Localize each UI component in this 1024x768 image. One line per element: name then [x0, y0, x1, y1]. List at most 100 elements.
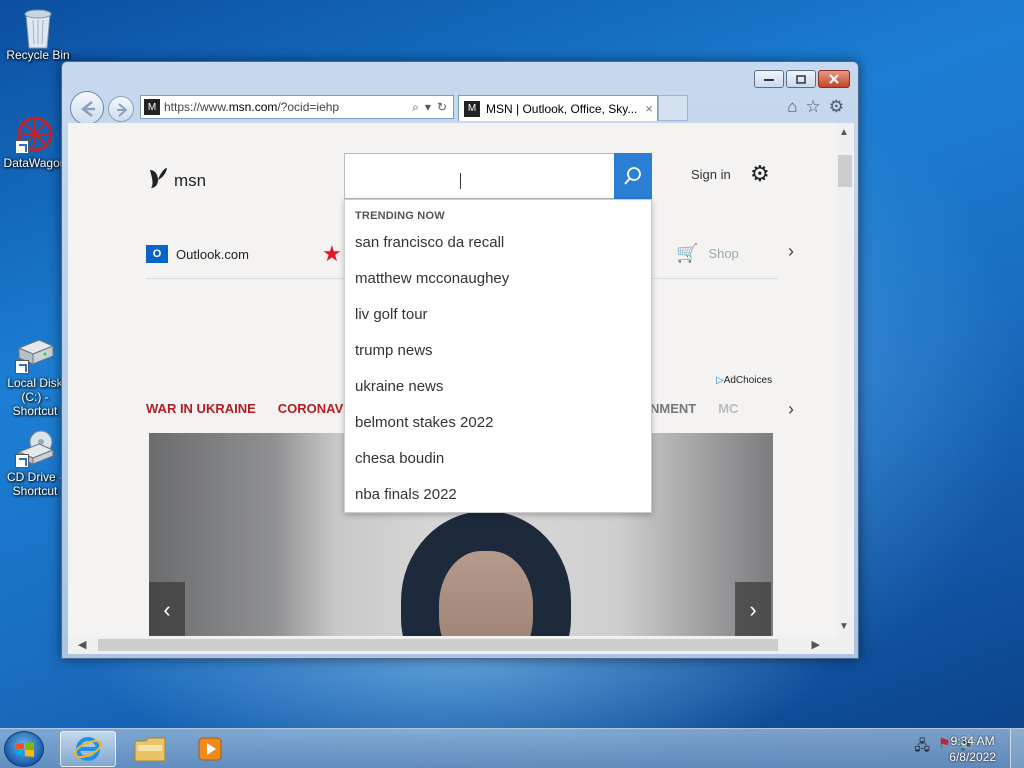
scroll-right-icon[interactable]: ▶ [812, 638, 820, 651]
clock-date: 6/8/2022 [949, 750, 996, 764]
chevron-right-icon[interactable]: › [788, 399, 794, 420]
scroll-left-icon[interactable]: ◀ [78, 638, 86, 651]
close-button[interactable] [818, 70, 850, 88]
home-icon[interactable]: ⌂ [787, 97, 797, 117]
suggestion-item[interactable]: san francisco da recall [355, 234, 504, 251]
clock-time: 9:34 AM [950, 734, 995, 748]
cart-icon: 🛒 [676, 243, 699, 263]
refresh-icon[interactable]: ↻ [437, 100, 447, 115]
tab-title: MSN | Outlook, Office, Sky... [486, 101, 638, 116]
carousel-next-button[interactable]: › [735, 582, 771, 638]
clock[interactable]: 9:34 AM 6/8/2022 [949, 733, 996, 765]
search-icon[interactable]: ⌕ [412, 100, 419, 115]
tools-gear-icon[interactable]: ⚙ [829, 97, 844, 117]
outlook-label: Outlook.com [176, 246, 249, 262]
desktop-icon-label: DataWagon [3, 156, 67, 170]
suggestion-item[interactable]: trump news [355, 342, 433, 359]
search-input[interactable] [344, 153, 652, 199]
windows-logo-icon [16, 742, 34, 757]
sign-in-link[interactable]: Sign in [691, 167, 731, 182]
address-url[interactable]: https://www.msn.com/?ocid=iehp [164, 100, 412, 114]
outlook-link[interactable]: O Outlook.com [146, 245, 249, 263]
maximize-button[interactable] [786, 70, 816, 88]
taskbar-media-player[interactable] [182, 731, 238, 767]
shortcut-arrow-icon [15, 360, 29, 374]
start-button[interactable] [4, 731, 44, 767]
taskbar-file-explorer[interactable] [122, 731, 178, 767]
shop-link[interactable]: 🛒 Shop [676, 243, 739, 264]
settings-gear-icon[interactable]: ⚙ [750, 161, 770, 187]
shortcut-arrow-icon [15, 140, 29, 154]
chevron-right-icon[interactable]: › [788, 241, 794, 262]
msn-logo-text: msn [174, 171, 207, 190]
scroll-down-icon[interactable]: ▼ [839, 621, 849, 632]
scroll-thumb[interactable] [98, 639, 778, 651]
category-nav-right: NMENT MC [650, 401, 738, 416]
horizontal-scrollbar[interactable]: ◀ ▶ [68, 636, 854, 654]
dropdown-icon[interactable]: ▾ [425, 100, 431, 115]
macys-star-icon[interactable]: ★ [322, 241, 342, 267]
tab-close-icon[interactable]: × [641, 101, 657, 116]
shop-label: Shop [708, 246, 739, 261]
url-domain: msn.com [228, 100, 278, 114]
text-cursor [460, 173, 462, 189]
adchoices-icon: ▷ [716, 375, 724, 386]
favorites-star-icon[interactable]: ☆ [806, 97, 821, 117]
cd-drive-icon [15, 428, 55, 468]
suggestion-item[interactable]: ukraine news [355, 378, 443, 395]
page-viewport: msn Sign in ⚙ O Outlook.com ★ 🛒 Shop › ▷… [68, 123, 854, 654]
arrow-right-icon [117, 103, 128, 117]
new-tab-button[interactable] [658, 95, 688, 121]
recycle-bin-icon [18, 6, 58, 49]
trending-header: TRENDING NOW [355, 210, 445, 222]
suggestion-item[interactable]: nba finals 2022 [355, 486, 457, 503]
show-desktop-button[interactable] [1010, 729, 1024, 768]
category-entertainment[interactable]: NMENT [650, 401, 696, 416]
address-bar[interactable]: M https://www.msn.com/?ocid=iehp ⌕ ▾ ↻ [140, 95, 454, 119]
taskbar-internet-explorer[interactable] [60, 731, 116, 767]
category-more[interactable]: MC [718, 401, 738, 416]
shortcut-arrow-icon [15, 454, 29, 468]
msn-logo[interactable]: msn [148, 166, 206, 196]
suggestion-item[interactable]: matthew mcconaughey [355, 270, 509, 287]
msn-favicon-icon: M [144, 99, 160, 115]
taskbar: 🖧 ⚑ 🔊 9:34 AM 6/8/2022 [0, 728, 1024, 768]
category-war-in-ukraine[interactable]: WAR IN UKRAINE [146, 401, 256, 416]
scroll-thumb[interactable] [838, 155, 852, 187]
tab-msn[interactable]: M MSN | Outlook, Office, Sky... × [458, 95, 658, 121]
forward-button[interactable] [108, 96, 134, 122]
suggestion-item[interactable]: liv golf tour [355, 306, 428, 323]
search-suggestions-dropdown: TRENDING NOW san francisco da recall mat… [344, 199, 652, 513]
desktop-icon-recycle-bin[interactable]: Recycle Bin [3, 6, 73, 62]
arrow-left-icon [80, 101, 95, 117]
desktop-icon-datawagon[interactable]: DataWagon [0, 114, 70, 170]
minimize-button[interactable] [754, 70, 784, 88]
url-prefix: https://www. [164, 100, 229, 114]
category-coronavirus[interactable]: CORONAVI [278, 401, 347, 416]
desktop-icon-local-disk[interactable]: Local Disk (C:) - Shortcut [0, 334, 70, 418]
outlook-icon: O [146, 245, 168, 263]
desktop-icon-cd-drive[interactable]: CD Drive - Shortcut [0, 428, 70, 498]
adchoices-link[interactable]: ▷AdChoices [716, 375, 772, 386]
msn-favicon-icon: M [464, 100, 480, 117]
internet-explorer-icon [74, 737, 102, 761]
media-player-icon [198, 737, 222, 761]
vertical-scrollbar[interactable]: ▲ ▼ [836, 123, 854, 636]
back-button[interactable] [70, 91, 104, 125]
desktop-icon-label: CD Drive - Shortcut [7, 470, 63, 498]
window-controls [754, 70, 850, 88]
carousel-prev-button[interactable]: ‹ [149, 582, 185, 638]
network-icon[interactable]: 🖧 [914, 735, 930, 759]
suggestion-item[interactable]: belmont stakes 2022 [355, 414, 493, 431]
browser-window: M https://www.msn.com/?ocid=iehp ⌕ ▾ ↻ M… [61, 61, 859, 659]
butterfly-icon [148, 166, 168, 196]
search-button[interactable] [614, 153, 652, 199]
search-icon [624, 167, 641, 185]
hard-drive-icon [15, 334, 55, 374]
suggestion-item[interactable]: chesa boudin [355, 450, 444, 467]
category-nav: WAR IN UKRAINE CORONAVI [146, 401, 347, 416]
folder-icon [134, 737, 166, 762]
scroll-up-icon[interactable]: ▲ [839, 127, 849, 138]
url-suffix: /?ocid=iehp [277, 100, 340, 114]
chevron-right-icon: › [749, 597, 757, 622]
